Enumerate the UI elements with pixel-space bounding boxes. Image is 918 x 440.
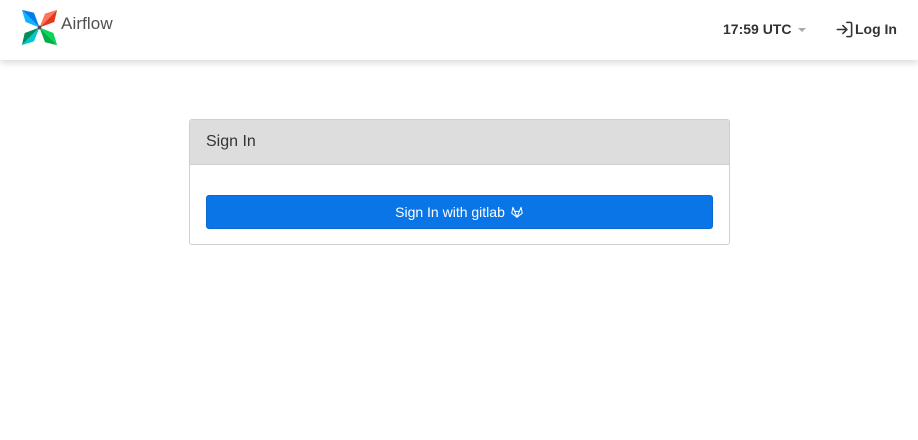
sign-in-panel: Sign In Sign In with gitlab <box>189 119 730 245</box>
navbar: Airflow 17:59 UTC Log In <box>0 0 918 60</box>
clock-dropdown[interactable]: 17:59 UTC <box>723 19 807 39</box>
airflow-logo-icon <box>21 9 58 46</box>
brand-link[interactable]: Airflow <box>21 8 113 46</box>
gitlab-icon <box>505 205 524 219</box>
panel-title: Sign In <box>206 133 256 150</box>
clock-time: 17:59 UTC <box>723 21 792 37</box>
brand-name: Airflow <box>61 14 113 33</box>
chevron-down-icon <box>798 28 807 32</box>
login-link[interactable]: Log In <box>835 19 897 39</box>
login-label: Log In <box>855 21 897 37</box>
login-icon <box>835 20 854 39</box>
panel-heading: Sign In <box>190 120 729 165</box>
sign-in-button-label: Sign In with gitlab <box>395 204 505 220</box>
sign-in-gitlab-button[interactable]: Sign In with gitlab <box>206 195 713 229</box>
